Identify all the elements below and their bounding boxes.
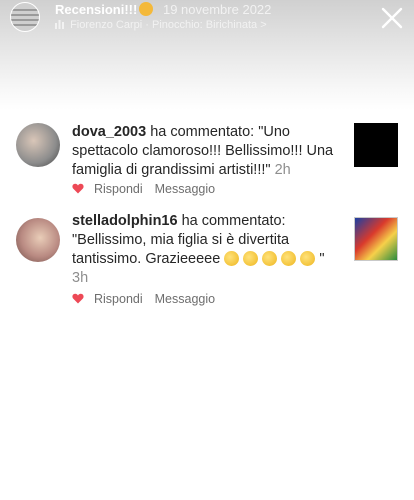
story-avatar[interactable]: [10, 2, 40, 32]
close-icon[interactable]: [380, 6, 404, 30]
heart-icon[interactable]: [72, 183, 84, 194]
heart-icon[interactable]: [72, 293, 84, 304]
clap-emoji: [262, 251, 278, 266]
story-header: Recensioni!!! 19 novembre 2022 Fiorenzo …: [0, 0, 414, 40]
comment-text: dova_2003 ha commentato: "Uno spettacolo…: [72, 123, 342, 180]
smile-emoji: [139, 2, 154, 16]
clap-emoji: [281, 251, 297, 266]
comment-text: stelladolphin16 ha commentato: "Bellissi…: [72, 212, 342, 288]
story-date: 19 novembre 2022: [162, 2, 272, 17]
reply-button[interactable]: Rispondi: [94, 292, 143, 306]
comment-actions: Rispondi Messaggio: [72, 182, 215, 202]
message-button[interactable]: Messaggio: [155, 182, 215, 196]
clap-emoji: [224, 251, 240, 266]
comment-username[interactable]: stelladolphin16: [72, 213, 178, 229]
music-row[interactable]: Fiorenzo Carpi · Pinocchio: Birichinata …: [55, 19, 267, 31]
post-thumbnail[interactable]: [354, 123, 398, 167]
clap-emoji: [243, 251, 259, 266]
avatar[interactable]: [16, 123, 60, 167]
comment-actions: Rispondi Messaggio: [72, 292, 215, 312]
avatar[interactable]: [16, 218, 60, 262]
story-title-row: Recensioni!!! 19 novembre 2022: [55, 2, 271, 17]
story-title[interactable]: Recensioni!!!: [55, 2, 137, 17]
clap-emoji: [300, 251, 316, 266]
message-button[interactable]: Messaggio: [155, 292, 215, 306]
comment-username[interactable]: dova_2003: [72, 124, 146, 140]
comment-body-end: ": [319, 251, 325, 267]
post-thumbnail[interactable]: [354, 217, 398, 261]
reply-button[interactable]: Rispondi: [94, 182, 143, 196]
comment-time: 3h: [72, 270, 89, 286]
music-icon: [55, 20, 64, 29]
comment-time: 2h: [274, 162, 291, 178]
music-label: Fiorenzo Carpi · Pinocchio: Birichinata …: [70, 19, 267, 31]
